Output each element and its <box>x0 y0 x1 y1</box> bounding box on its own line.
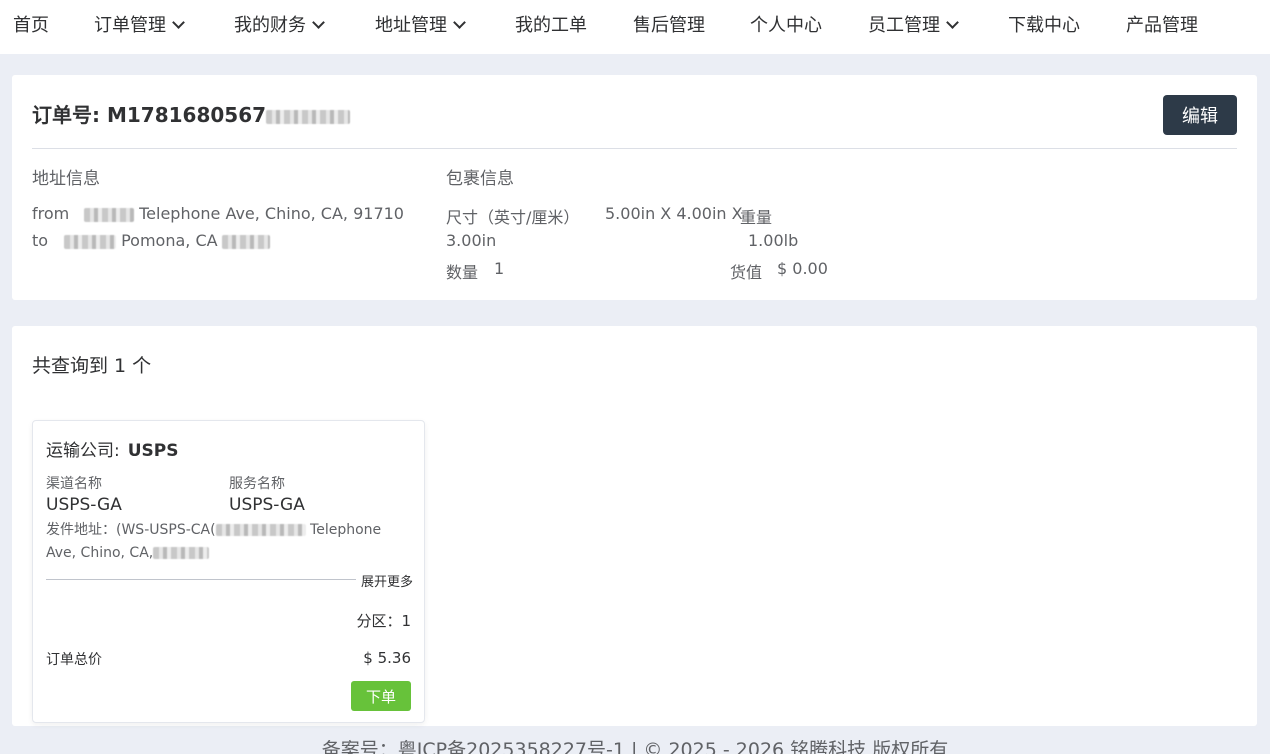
nav-item-label: 售后管理 <box>633 15 705 36</box>
sender-value: (WS-USPS-CA( <box>116 522 216 538</box>
redacted-text <box>221 234 270 249</box>
from-label: from <box>32 204 70 223</box>
channel-value: USPS-GA <box>46 495 122 515</box>
to-label: to <box>32 231 49 250</box>
nav-item-label: 我的财务 <box>234 15 306 36</box>
divider <box>46 579 356 580</box>
service-label: 服务名称 <box>229 476 285 492</box>
redacted-order-number <box>266 109 351 124</box>
quantity-label: 数量 <box>446 263 479 282</box>
weight-value: 1.00lb <box>748 231 799 250</box>
to-address: to Pomona, CA <box>32 231 270 250</box>
nav-item-label: 个人中心 <box>750 15 822 36</box>
order-info-panel: 订单号: M1781680567 编辑 地址信息 from Telephone … <box>12 75 1257 300</box>
nav-item-after-sales[interactable]: 售后管理 <box>633 13 705 39</box>
carrier-label: 运输公司: <box>46 441 120 461</box>
size-value-cont: 3.00in <box>446 231 497 250</box>
sender-address: 发件地址：(WS-USPS-CA( Telephone Ave, Chino, … <box>46 519 406 565</box>
from-address: from Telephone Ave, Chino, CA, 91710 <box>32 204 404 223</box>
total-price-label: 订单总价 <box>46 652 102 668</box>
declared-value-label: 货值 <box>730 263 763 282</box>
package-info-title: 包裹信息 <box>446 169 514 189</box>
nav-item-staff-management[interactable]: 员工管理 <box>868 13 959 39</box>
nav-item-download-center[interactable]: 下载中心 <box>1008 13 1080 39</box>
chevron-down-icon <box>946 16 959 29</box>
nav-item-label: 我的工单 <box>515 15 587 36</box>
nav-item-my-tickets[interactable]: 我的工单 <box>515 13 587 39</box>
redacted-text <box>215 524 306 536</box>
carrier-name: USPS <box>127 441 179 461</box>
address-info-title: 地址信息 <box>32 169 100 189</box>
edit-button[interactable]: 编辑 <box>1163 95 1237 135</box>
declared-value: $ 0.00 <box>777 259 828 278</box>
nav-item-home[interactable]: 首页 <box>13 13 49 39</box>
nav-item-label: 订单管理 <box>94 15 166 36</box>
nav-item-label: 下载中心 <box>1008 15 1080 36</box>
chevron-down-icon <box>312 16 325 29</box>
to-address-value: Pomona, CA <box>121 231 218 250</box>
redacted-text <box>64 234 116 249</box>
chevron-down-icon <box>172 16 185 29</box>
result-count: 共查询到 1 个 <box>32 355 152 377</box>
from-address-value: Telephone Ave, Chino, CA, 91710 <box>139 204 404 223</box>
service-value: USPS-GA <box>229 495 305 515</box>
quantity-value: 1 <box>494 259 505 278</box>
divider <box>32 148 1237 149</box>
size-value: 5.00in X 4.00in X <box>605 204 743 223</box>
nav-item-product-management[interactable]: 产品管理 <box>1126 13 1198 39</box>
redacted-text <box>153 547 210 559</box>
total-price-value: $ 5.36 <box>363 649 411 667</box>
redacted-text <box>84 207 134 222</box>
nav-item-address-management[interactable]: 地址管理 <box>375 13 466 39</box>
weight-label: 重量 <box>740 208 773 227</box>
nav-item-order-management[interactable]: 订单管理 <box>94 13 185 39</box>
results-panel: 共查询到 1 个 运输公司: USPS 渠道名称 服务名称 USPS-GA USP… <box>12 326 1257 726</box>
order-title: 订单号: M1781680567 <box>32 99 351 128</box>
nav-item-label: 产品管理 <box>1126 15 1198 36</box>
top-navigation: 首页 订单管理 我的财务 地址管理 我的工单 售后管理 个人中心 员工管理 下载… <box>0 0 1270 54</box>
expand-more-link[interactable]: 展开更多 <box>361 571 413 590</box>
order-number: M1781680567 <box>106 103 267 127</box>
place-order-button[interactable]: 下单 <box>351 681 411 711</box>
nav-item-label: 首页 <box>13 15 49 36</box>
zone-text: 分区：1 <box>356 612 411 630</box>
channel-label: 渠道名称 <box>46 476 102 492</box>
sender-label: 发件地址： <box>46 522 116 538</box>
nav-item-personal-center[interactable]: 个人中心 <box>750 13 822 39</box>
size-label: 尺寸（英寸/厘米） <box>446 208 580 227</box>
footer-text: 备案号：粤ICP备2025358227号-1 | © 2025 - 2026 铭… <box>321 739 949 754</box>
chevron-down-icon <box>453 16 466 29</box>
nav-item-my-finance[interactable]: 我的财务 <box>234 13 325 39</box>
nav-item-label: 地址管理 <box>375 15 447 36</box>
order-number-label: 订单号: <box>32 103 100 127</box>
shipping-option-card: 运输公司: USPS 渠道名称 服务名称 USPS-GA USPS-GA 发件地址… <box>32 420 425 723</box>
carrier-company: 运输公司: USPS <box>46 436 179 461</box>
nav-item-label: 员工管理 <box>868 15 940 36</box>
